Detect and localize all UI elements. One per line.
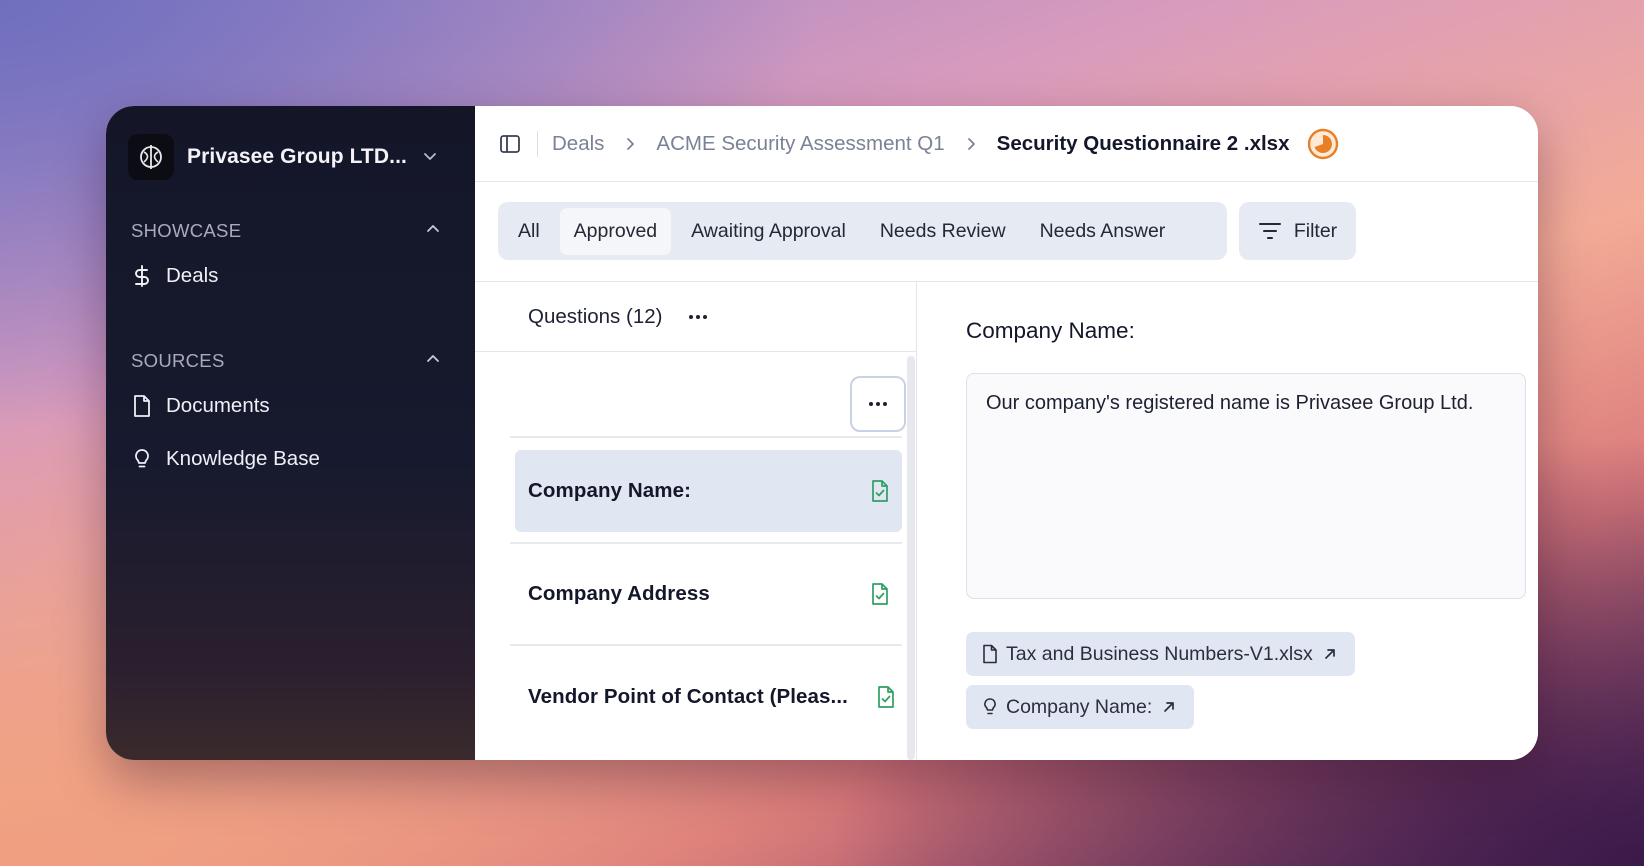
source-chip-document[interactable]: Tax and Business Numbers-V1.xlsx: [966, 632, 1355, 676]
question-label: Company Name:: [528, 479, 692, 502]
main-content: Deals ACME Security Assessment Q1 Securi…: [475, 106, 1538, 760]
question-label: Company Address: [528, 582, 710, 605]
questions-more-button[interactable]: [850, 376, 906, 432]
external-link-icon: [1162, 700, 1176, 714]
questions-panel: Questions (12) Company Name: Company Add…: [475, 282, 917, 760]
sidebar-item-knowledge-base[interactable]: Knowledge Base: [131, 447, 320, 471]
question-label: Vendor Point of Contact (Pleas...: [528, 685, 848, 708]
approved-document-icon: [870, 479, 890, 503]
section-header-showcase[interactable]: SHOWCASE: [131, 220, 441, 242]
top-bar: Deals ACME Security Assessment Q1 Securi…: [475, 106, 1538, 182]
sidebar-item-label: Deals: [166, 264, 219, 287]
org-switcher[interactable]: Privasee Group LTD...: [128, 134, 407, 180]
breadcrumb-item-assessment[interactable]: ACME Security Assessment Q1: [656, 132, 944, 156]
breadcrumb-item-deals[interactable]: Deals: [552, 132, 604, 156]
filter-icon: [1258, 221, 1282, 241]
tab-needs-review[interactable]: Needs Review: [866, 208, 1020, 255]
sidebar: Privasee Group LTD... SHOWCASE Deals SOU…: [106, 106, 475, 760]
tab-needs-answer[interactable]: Needs Answer: [1026, 208, 1180, 255]
question-item-company-name[interactable]: Company Name:: [515, 450, 902, 532]
questions-header: Questions (12): [475, 282, 916, 352]
section-title: SOURCES: [131, 350, 225, 371]
lightbulb-icon: [982, 697, 998, 717]
external-link-icon: [1323, 647, 1337, 661]
org-logo-icon: [128, 134, 174, 180]
divider: [510, 644, 902, 646]
tab-awaiting-approval[interactable]: Awaiting Approval: [677, 208, 860, 255]
source-label: Company Name:: [1006, 695, 1153, 718]
chevron-up-icon[interactable]: [425, 220, 441, 242]
approved-document-icon: [876, 685, 896, 709]
sidebar-item-documents[interactable]: Documents: [131, 394, 270, 418]
desktop-background: Privasee Group LTD... SHOWCASE Deals SOU…: [0, 0, 1644, 866]
document-icon: [131, 395, 153, 417]
progress-status-icon[interactable]: [1307, 128, 1339, 160]
scrollbar[interactable]: [907, 356, 915, 760]
answer-title: Company Name:: [966, 318, 1135, 343]
source-chip-knowledge[interactable]: Company Name:: [966, 685, 1195, 729]
tab-all[interactable]: All: [504, 208, 554, 255]
answer-panel: Company Name: Our company's registered n…: [918, 282, 1538, 760]
divider: [510, 436, 902, 438]
divider: [537, 130, 538, 157]
breadcrumb: Deals ACME Security Assessment Q1 Securi…: [552, 128, 1339, 160]
divider: [510, 542, 902, 544]
document-icon: [982, 644, 998, 664]
sidebar-toggle-icon[interactable]: [499, 133, 521, 155]
answer-textarea[interactable]: Our company's registered name is Privase…: [966, 373, 1526, 599]
sidebar-item-label: Knowledge Base: [166, 447, 320, 470]
source-label: Tax and Business Numbers-V1.xlsx: [1006, 642, 1313, 665]
filter-label: Filter: [1293, 219, 1338, 242]
section-title: SHOWCASE: [131, 220, 242, 241]
filter-button[interactable]: Filter: [1239, 202, 1356, 260]
sidebar-item-deals[interactable]: Deals: [131, 264, 218, 288]
sidebar-item-label: Documents: [166, 394, 270, 417]
question-item-vendor-contact[interactable]: Vendor Point of Contact (Pleas...: [515, 656, 908, 738]
chevron-right-icon: [624, 137, 636, 151]
more-options-icon: [868, 401, 888, 407]
breadcrumb-current: Security Questionnaire 2 .xlsx: [996, 131, 1290, 155]
tab-approved[interactable]: Approved: [559, 207, 672, 255]
chevron-down-icon[interactable]: [422, 148, 438, 169]
org-name: Privasee Group LTD...: [187, 145, 407, 168]
chevron-up-icon[interactable]: [425, 350, 441, 372]
status-tabs: All Approved Awaiting Approval Needs Rev…: [498, 202, 1227, 260]
app-window: Privasee Group LTD... SHOWCASE Deals SOU…: [106, 106, 1538, 760]
lightbulb-icon: [131, 448, 153, 470]
questions-count: Questions (12): [528, 304, 663, 328]
approved-document-icon: [870, 582, 890, 606]
section-header-sources[interactable]: SOURCES: [131, 350, 441, 372]
more-options-icon[interactable]: [688, 314, 708, 320]
chevron-right-icon: [965, 137, 977, 151]
dollar-icon: [131, 265, 153, 287]
question-item-company-address[interactable]: Company Address: [515, 553, 902, 635]
